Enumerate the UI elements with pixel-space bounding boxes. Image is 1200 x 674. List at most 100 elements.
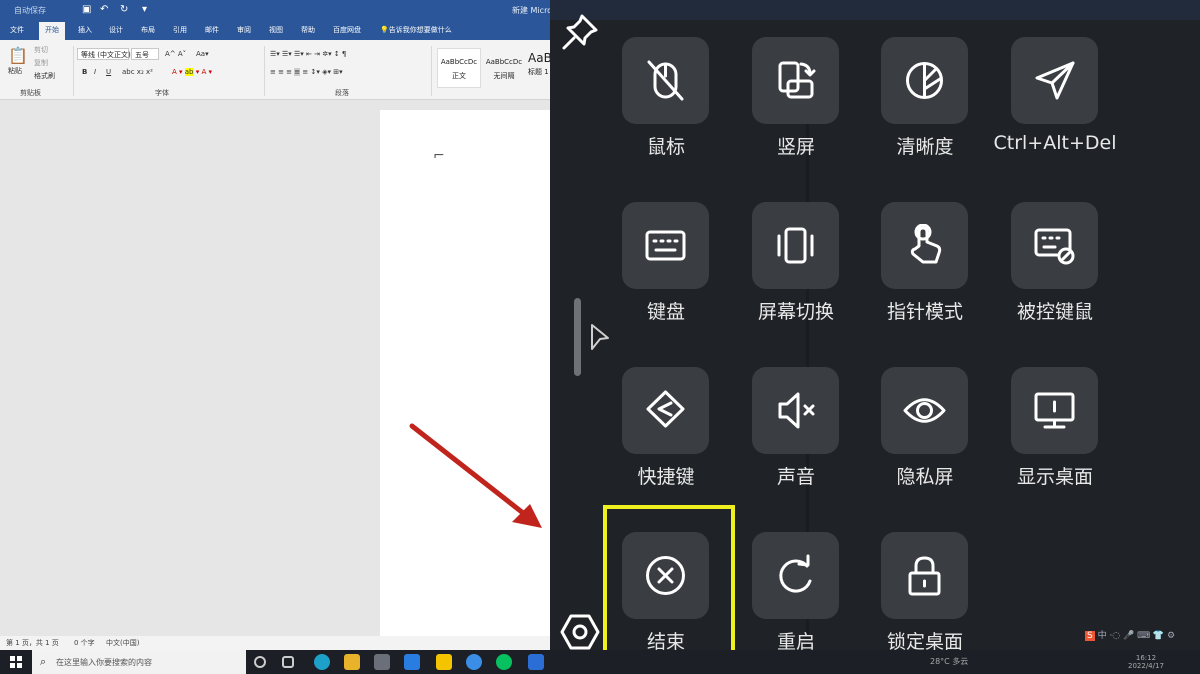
- control-tile[interactable]: [881, 37, 968, 124]
- file-explorer-icon[interactable]: [344, 654, 360, 670]
- undo-icon[interactable]: ↶: [100, 4, 108, 15]
- control-tile[interactable]: [622, 367, 709, 454]
- wechat-icon[interactable]: [496, 654, 512, 670]
- control-eye-button[interactable]: 隐私屏: [860, 367, 990, 529]
- control-mouse-off-button[interactable]: 鼠标: [601, 37, 731, 199]
- strikethrough-icon[interactable]: abc x₂ x²: [122, 68, 153, 76]
- settings-hexagon-icon[interactable]: [560, 612, 600, 652]
- tab-view[interactable]: 视图: [269, 25, 283, 35]
- control-keyboard-button[interactable]: 键盘: [601, 202, 731, 364]
- font-name-select[interactable]: 等线 (中文正文): [77, 48, 131, 60]
- redo-icon[interactable]: ↻: [120, 4, 128, 15]
- control-tile[interactable]: [752, 367, 839, 454]
- paste-icon[interactable]: 📋: [8, 46, 28, 65]
- separator: [431, 46, 432, 96]
- tab-home[interactable]: 开始: [39, 22, 65, 40]
- control-screen-switch-button[interactable]: 屏幕切换: [731, 202, 861, 364]
- control-tile[interactable]: [622, 37, 709, 124]
- control-label: 声音: [776, 466, 815, 488]
- tab-design[interactable]: 设计: [109, 25, 123, 35]
- align-buttons-icon[interactable]: ≡ ≡ ≡ ≡ ≡ ↕▾ ◈▾ ⊞▾: [270, 68, 343, 76]
- language[interactable]: 中文(中国): [106, 638, 139, 648]
- control-rotate-screen-button[interactable]: 竖屏: [731, 37, 861, 199]
- autosave-label[interactable]: 自动保存: [14, 5, 46, 16]
- clock[interactable]: 16:12 2022/4/17: [1128, 654, 1164, 670]
- italic-button[interactable]: I: [94, 68, 96, 76]
- save-icon[interactable]: ▣: [82, 4, 91, 15]
- control-pointer-hand-button[interactable]: 指针模式: [860, 202, 990, 364]
- control-label: 被控键鼠: [1016, 301, 1093, 323]
- control-tile[interactable]: [881, 532, 968, 619]
- store-icon[interactable]: [374, 654, 390, 670]
- style-heading-1[interactable]: AaBl 标题 1: [527, 48, 550, 88]
- customize-icon[interactable]: ▾: [142, 4, 147, 15]
- tab-mailings[interactable]: 邮件: [205, 25, 219, 35]
- control-keyboard-disabled-button[interactable]: 被控键鼠: [990, 202, 1120, 364]
- text-effects-icon[interactable]: A ▾ ab ▾ A ▾: [172, 68, 212, 76]
- control-tile[interactable]: [1011, 37, 1098, 124]
- control-send-button[interactable]: Ctrl+Alt+Del: [990, 37, 1120, 199]
- style-no-spacing[interactable]: AaBbCcDc 无间隔: [482, 48, 526, 88]
- copy-button[interactable]: 复制: [34, 58, 48, 68]
- control-tile[interactable]: [622, 202, 709, 289]
- style-name: 无间隔: [493, 72, 515, 80]
- word-count[interactable]: 0 个字: [74, 638, 95, 648]
- document-page[interactable]: [380, 110, 550, 638]
- task-view-icon[interactable]: [282, 656, 294, 668]
- control-mute-button[interactable]: 声音: [731, 367, 861, 529]
- cortana-icon[interactable]: [254, 656, 266, 668]
- tab-file[interactable]: 文件: [10, 25, 24, 35]
- word-window: 自动保存 ▣ ↶ ↻ ▾ 新建 Microsoft Word 文档 文件 开始 …: [0, 0, 550, 674]
- lock-icon: [908, 556, 941, 596]
- underline-button[interactable]: U: [106, 68, 111, 76]
- cut-button[interactable]: 剪切: [34, 45, 48, 55]
- group-clipboard: 剪贴板: [20, 89, 41, 97]
- style-normal[interactable]: AaBbCcDc 正文: [437, 48, 481, 88]
- separator: [264, 46, 265, 96]
- list-buttons-icon[interactable]: ☰▾ ☰▾ ☰▾ ⇤ ⇥ ✲▾ ↕ ¶: [270, 50, 346, 58]
- tell-me-box[interactable]: 💡告诉我你想要做什么: [380, 25, 452, 35]
- control-tile[interactable]: [752, 202, 839, 289]
- grow-font-icon[interactable]: A^ A˅: [165, 50, 186, 58]
- change-case-icon[interactable]: Aa▾: [196, 50, 209, 58]
- keyboard-icon: [645, 230, 686, 261]
- tab-review[interactable]: 审阅: [237, 25, 251, 35]
- sticky-notes-icon[interactable]: [436, 654, 452, 670]
- mail-icon[interactable]: [404, 654, 420, 670]
- control-tile[interactable]: [752, 532, 839, 619]
- format-painter-button[interactable]: 格式刷: [34, 71, 55, 81]
- style-preview: AaBl: [528, 51, 550, 65]
- control-tile[interactable]: [1011, 202, 1098, 289]
- app-icon[interactable]: [466, 654, 482, 670]
- taskbar-search[interactable]: ⌕ 在这里输入你要搜索的内容: [32, 650, 246, 674]
- tab-references[interactable]: 引用: [173, 25, 187, 35]
- window-title: 新建 Microsoft Word 文档: [512, 6, 550, 15]
- control-clarity-button[interactable]: 清晰度: [860, 37, 990, 199]
- font-size-select[interactable]: 五号: [131, 48, 159, 60]
- pin-icon[interactable]: [560, 12, 600, 52]
- control-label: 快捷键: [637, 466, 695, 488]
- paste-button[interactable]: 粘贴: [8, 66, 22, 76]
- edge-icon[interactable]: [314, 654, 330, 670]
- control-tile[interactable]: [881, 367, 968, 454]
- ribbon: 📋 粘贴 剪切 复制 格式刷 剪贴板 等线 (中文正文) 五号 A^ A˅ Aa…: [0, 40, 550, 100]
- tab-help[interactable]: 帮助: [301, 25, 315, 35]
- page-count[interactable]: 第 1 页，共 1 页: [6, 638, 59, 648]
- search-icon: ⌕: [40, 655, 47, 668]
- restart-icon: [779, 554, 812, 593]
- control-tile[interactable]: [1011, 367, 1098, 454]
- control-tile[interactable]: [752, 37, 839, 124]
- windows-start-icon[interactable]: [10, 656, 22, 668]
- style-preview: AaBbCcDc: [440, 58, 478, 66]
- scroll-handle[interactable]: [574, 298, 581, 376]
- bold-button[interactable]: B: [82, 68, 87, 76]
- tab-layout[interactable]: 布局: [141, 25, 155, 35]
- control-tile[interactable]: [881, 202, 968, 289]
- tray-icons[interactable]: S 中 ·◌ 🎤 ⌨ 👕 ⚙: [1085, 628, 1175, 641]
- word-taskbar-icon[interactable]: [528, 654, 544, 670]
- weather[interactable]: 28°C 多云: [930, 656, 968, 667]
- control-monitor-button[interactable]: 显示桌面: [990, 367, 1120, 529]
- tab-baidu-netdisk[interactable]: 百度网盘: [333, 25, 361, 35]
- send-icon: [1035, 61, 1075, 100]
- tab-insert[interactable]: 插入: [78, 25, 92, 35]
